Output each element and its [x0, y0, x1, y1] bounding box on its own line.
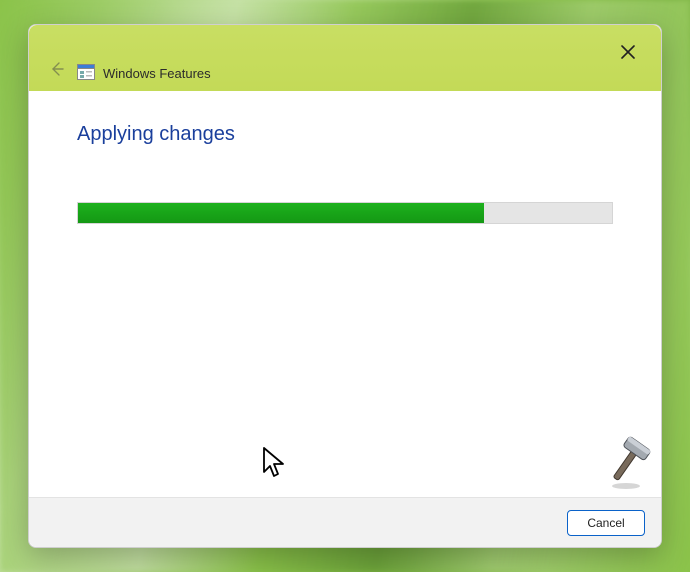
window-title: Windows Features: [103, 66, 211, 81]
windows-features-icon: [77, 63, 95, 81]
close-icon: [621, 45, 635, 64]
titlebar: Windows Features: [29, 25, 661, 91]
progress-fill: [78, 203, 484, 223]
dialog-content: Applying changes: [29, 91, 661, 497]
back-button: [47, 61, 67, 81]
page-heading: Applying changes: [77, 123, 613, 146]
arrow-left-icon: [50, 62, 64, 81]
cancel-button-label: Cancel: [587, 516, 624, 530]
progress-bar: [77, 202, 613, 224]
cancel-button[interactable]: Cancel: [567, 510, 645, 536]
windows-features-dialog: Windows Features Applying changes Cancel: [28, 24, 662, 548]
dialog-footer: Cancel: [29, 497, 661, 547]
close-button[interactable]: [613, 39, 643, 69]
